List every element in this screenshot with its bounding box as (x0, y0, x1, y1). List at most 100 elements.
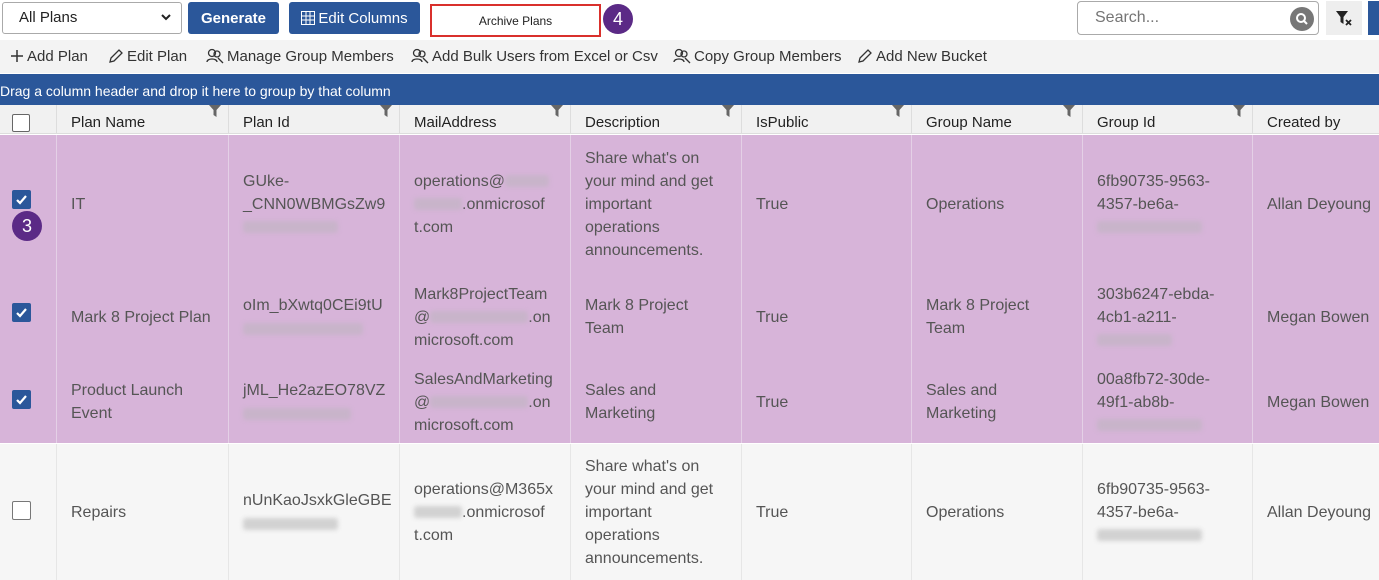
row-checkbox[interactable] (12, 303, 31, 322)
step-badge-4: 4 (603, 4, 633, 34)
cell-plan-id: oIm_bXwtq0CEi9tU (228, 273, 399, 361)
pencil-icon (858, 49, 872, 63)
archive-plans-label: Archive Plans (478, 13, 553, 28)
archive-plans-button[interactable]: Archive Plans (430, 4, 601, 37)
filter-icon[interactable] (208, 105, 222, 119)
cell-group-id: 00a8fb72-30de- 49f1-ab8b- (1082, 361, 1252, 443)
column-header-is-public[interactable]: IsPublic (741, 105, 911, 134)
filter-icon[interactable] (721, 105, 735, 119)
table-row[interactable]: Mark 8 Project Plan oIm_bXwtq0CEi9tU Mar… (0, 273, 1379, 361)
manage-group-members-label: Manage Group Members (227, 47, 394, 65)
top-bar: All Plans Generate Edit Columns Archive … (0, 0, 1379, 40)
description-text: Sales and Marketing (585, 382, 657, 422)
redacted-text (243, 221, 338, 234)
select-all-checkbox[interactable] (12, 114, 30, 132)
add-plan-button[interactable]: Add Plan (4, 40, 94, 72)
redacted-text (414, 198, 462, 211)
search-input[interactable] (1095, 3, 1285, 33)
step-number: 3 (21, 215, 32, 236)
copy-group-members-button[interactable]: Copy Group Members (667, 40, 848, 72)
table-row[interactable]: Repairs nUnKaoJsxkGleGBE operations@M365… (0, 444, 1379, 580)
checkmark-icon (16, 308, 27, 318)
search-icon[interactable] (1290, 7, 1314, 31)
cell-plan-id: nUnKaoJsxkGleGBE (228, 444, 399, 580)
column-header-label: Group Id (1097, 114, 1156, 131)
add-plan-label: Add Plan (27, 47, 88, 65)
cell-group-name: Sales and Marketing (911, 361, 1082, 443)
blue-edge-button[interactable] (1368, 1, 1379, 35)
group-by-hint: Drag a column header and drop it here to… (0, 83, 391, 99)
clear-filter-icon[interactable] (1326, 1, 1362, 35)
cell-is-public: True (741, 361, 911, 443)
group-id-text: 00a8fb72-30de- 49f1-ab8b- (1097, 370, 1210, 411)
plan-filter-value: All Plans (19, 9, 78, 26)
table-row[interactable]: Product Launch Event jML_He2azEO78VZ Sal… (0, 361, 1379, 443)
cell-mail-address: operations@M365x .onmicrosof t.com (399, 444, 570, 580)
column-header-label: IsPublic (756, 114, 809, 131)
column-header-label: Plan Id (243, 114, 290, 131)
plan-name-text: IT (71, 195, 86, 213)
cell-plan-name: IT (56, 135, 228, 273)
filter-icon[interactable] (550, 105, 564, 119)
plus-icon (11, 50, 23, 62)
redacted-text (1097, 529, 1202, 542)
column-header-created-by[interactable]: Created by (1252, 105, 1379, 134)
description-text: Share what's on your mind and get import… (585, 149, 714, 259)
plan-id-text: GUke- _CNN0WBMGsZw9 (243, 172, 386, 213)
column-header-plan-name[interactable]: Plan Name (56, 105, 228, 134)
row-checkbox[interactable] (12, 501, 31, 520)
filter-icon[interactable] (1232, 105, 1246, 119)
generate-button[interactable]: Generate (188, 2, 279, 34)
cell-description: Share what's on your mind and get import… (570, 135, 741, 273)
column-header-label: Group Name (926, 114, 1012, 131)
group-id-text: 6fb90735-9563- 4357-be6a- (1097, 480, 1210, 521)
table-row[interactable]: IT GUke- _CNN0WBMGsZw9 operations@ .onmic… (0, 135, 1379, 273)
cell-description: Share what's on your mind and get import… (570, 444, 741, 580)
redacted-text (1097, 419, 1202, 432)
cell-created-by: Megan Bowen (1252, 273, 1379, 361)
filter-icon[interactable] (1062, 105, 1076, 119)
column-header-group-name[interactable]: Group Name (911, 105, 1082, 134)
filter-icon[interactable] (891, 105, 905, 119)
edit-plan-button[interactable]: Edit Plan (102, 40, 194, 72)
cell-mail-address: SalesAndMarketing @ .on microsoft.com (399, 361, 570, 443)
is-public-text: True (756, 308, 789, 326)
redacted-text (1097, 334, 1172, 347)
users-icon (673, 48, 691, 64)
redacted-text (243, 407, 351, 420)
redacted-text (243, 322, 363, 335)
cell-is-public: True (741, 444, 911, 580)
created-by-text: Megan Bowen (1267, 308, 1370, 326)
created-by-text: Allan Deyoung (1267, 503, 1372, 521)
add-new-bucket-label: Add New Bucket (876, 47, 987, 65)
is-public-text: True (756, 503, 789, 521)
add-new-bucket-button[interactable]: Add New Bucket (851, 40, 993, 72)
add-bulk-users-button[interactable]: Add Bulk Users from Excel or Csv (405, 40, 664, 72)
column-header-mail-address[interactable]: MailAddress (399, 105, 570, 134)
filter-icon[interactable] (379, 105, 393, 119)
manage-group-members-button[interactable]: Manage Group Members (200, 40, 400, 72)
plan-filter-select[interactable]: All Plans (2, 2, 182, 34)
edit-plan-label: Edit Plan (127, 47, 188, 65)
redacted-text (430, 311, 529, 324)
column-header-description[interactable]: Description (570, 105, 741, 134)
row-checkbox[interactable] (12, 190, 31, 209)
is-public-text: True (756, 195, 789, 213)
edit-columns-button[interactable]: Edit Columns (289, 2, 420, 34)
cell-created-by: Allan Deyoung (1252, 135, 1379, 273)
row-checkbox[interactable] (12, 390, 31, 409)
cell-group-id: 6fb90735-9563- 4357-be6a- (1082, 135, 1252, 273)
redacted-text (504, 175, 549, 188)
grid-header-row: Plan Name Plan Id MailAddress Descriptio… (0, 105, 1379, 134)
column-header-plan-id[interactable]: Plan Id (228, 105, 399, 134)
users-icon (411, 48, 429, 64)
generate-label: Generate (200, 9, 267, 27)
column-header-label: Description (585, 114, 661, 131)
group-by-drop-zone[interactable]: Drag a column header and drop it here to… (0, 74, 1379, 105)
mail-text: operations@M365x (414, 480, 553, 498)
column-header-group-id[interactable]: Group Id (1082, 105, 1252, 134)
search-box (1077, 1, 1319, 35)
created-by-text: Megan Bowen (1267, 393, 1370, 411)
cell-plan-id: jML_He2azEO78VZ (228, 361, 399, 443)
redacted-text (430, 396, 529, 409)
